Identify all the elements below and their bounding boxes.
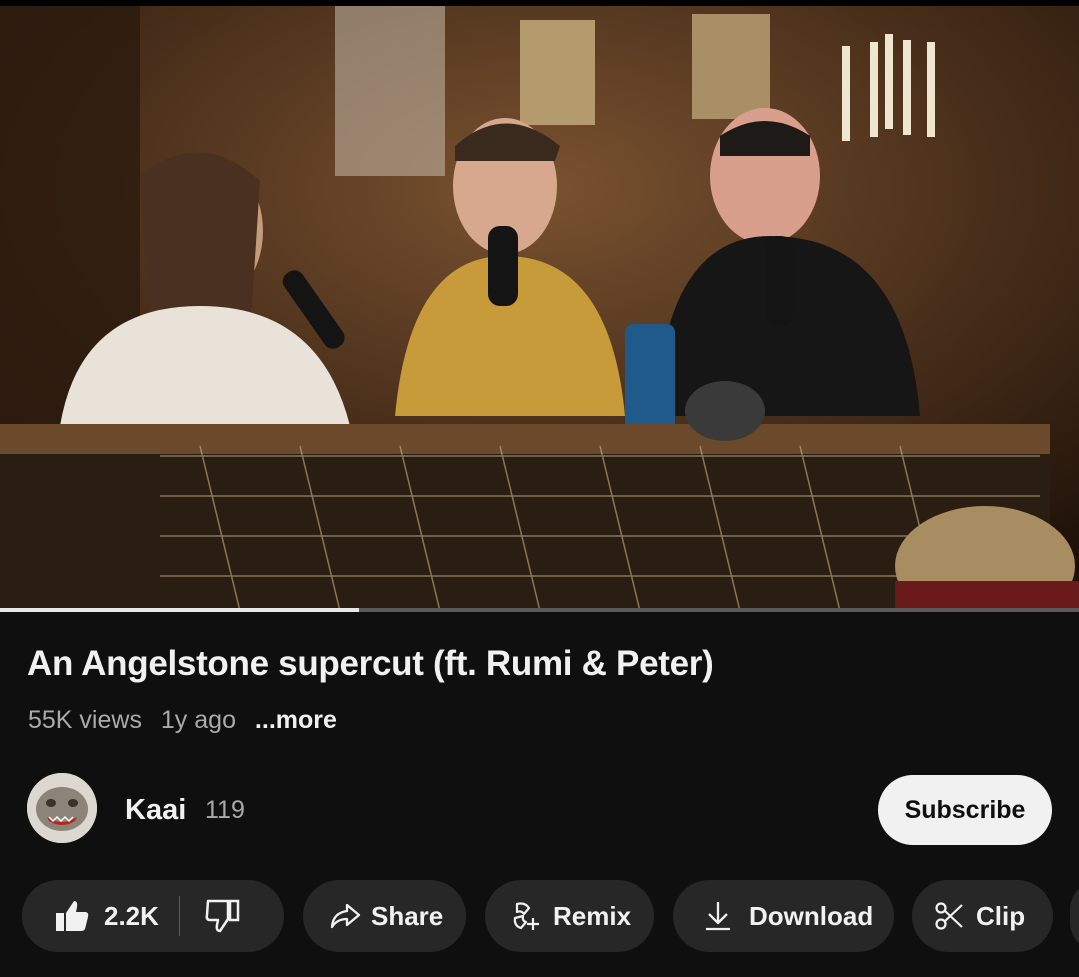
share-button[interactable]: Share [303, 880, 466, 952]
like-count[interactable]: 2.2K [104, 901, 159, 932]
more-actions-button[interactable] [1070, 880, 1079, 952]
download-label: Download [749, 900, 874, 931]
channel-avatar[interactable] [27, 773, 97, 843]
scissors-icon [934, 901, 964, 931]
download-button[interactable]: Download [673, 880, 894, 952]
video-frame [0, 6, 1079, 611]
like-divider [178, 896, 180, 936]
subscriber-count: 119 [205, 796, 245, 824]
video-progress-bar[interactable] [0, 608, 1079, 612]
thumbs-up-icon[interactable] [54, 899, 90, 933]
video-progress-fill [0, 608, 360, 612]
video-player[interactable] [0, 6, 1079, 611]
thumbs-down-icon[interactable] [204, 899, 240, 933]
remix-button[interactable]: Remix [485, 880, 654, 952]
upload-age: 1y ago [160, 706, 236, 734]
share-label: Share [371, 900, 444, 931]
avatar-image [27, 773, 97, 843]
like-dislike-group: 2.2K [22, 880, 284, 952]
download-icon [703, 900, 733, 932]
view-count: 55K views [28, 706, 142, 734]
clip-label: Clip [976, 900, 1026, 931]
more-link[interactable]: ...more [255, 706, 337, 734]
remix-label: Remix [553, 900, 632, 931]
remix-icon [511, 900, 541, 932]
clip-button[interactable]: Clip [912, 880, 1053, 952]
video-meta: 55K views 1y ago ...more [28, 706, 349, 735]
video-title: An Angelstone supercut (ft. Rumi & Peter… [27, 644, 714, 683]
channel-name[interactable]: Kaai [125, 794, 186, 827]
subscribe-button[interactable]: Subscribe [878, 775, 1052, 845]
share-icon [329, 902, 361, 930]
